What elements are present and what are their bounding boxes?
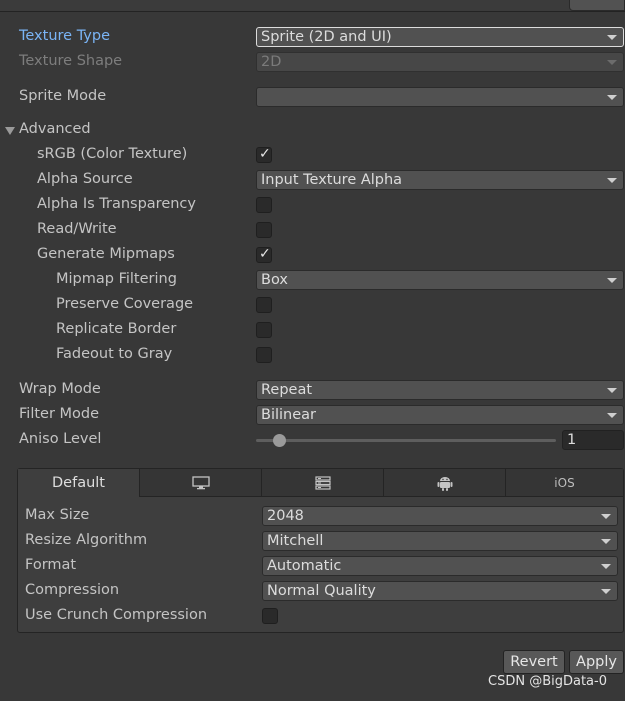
chevron-down-icon <box>601 514 611 519</box>
resize-algorithm-label: Resize Algorithm <box>25 532 148 548</box>
generate-mipmaps-checkbox[interactable]: ✓ <box>256 246 272 263</box>
filter-mode-label: Filter Mode <box>19 406 100 422</box>
resize-algorithm-value: Mitchell <box>267 533 324 549</box>
fadeout-to-gray-label: Fadeout to Gray <box>56 346 173 362</box>
tab-default[interactable]: Default <box>18 469 140 497</box>
max-size-label: Max Size <box>25 507 90 523</box>
platform-tabs: Default iOS <box>18 469 623 497</box>
use-crunch-label: Use Crunch Compression <box>25 607 208 623</box>
platform-settings-panel: Default iOS Max Size 2048 Resize Algorit… <box>17 468 624 633</box>
tab-ios-label: iOS <box>554 476 575 490</box>
wrap-mode-label: Wrap Mode <box>19 381 101 397</box>
monitor-icon <box>191 476 210 490</box>
chevron-down-icon <box>601 589 611 594</box>
foldout-arrow-icon[interactable] <box>5 127 15 135</box>
max-size-dropdown[interactable]: 2048 <box>262 506 618 526</box>
inspector-header-bar <box>0 0 625 12</box>
checkmark-icon: ✓ <box>259 146 271 162</box>
use-crunch-checkbox[interactable] <box>262 608 278 624</box>
chevron-down-icon <box>601 564 611 569</box>
texture-shape-dropdown: 2D <box>256 52 624 72</box>
apply-button[interactable]: Apply <box>569 650 624 674</box>
chevron-down-icon <box>607 388 617 393</box>
texture-type-dropdown[interactable]: Sprite (2D and UI) <box>256 27 624 47</box>
aniso-level-label: Aniso Level <box>19 431 102 447</box>
tab-android[interactable] <box>384 469 506 497</box>
alpha-is-transparency-checkbox[interactable] <box>256 197 272 213</box>
tab-ios[interactable]: iOS <box>506 469 623 497</box>
filter-mode-dropdown[interactable]: Bilinear <box>256 405 624 425</box>
chevron-down-icon <box>607 60 617 65</box>
wrap-mode-value: Repeat <box>261 382 313 398</box>
fadeout-to-gray-checkbox[interactable] <box>256 347 272 363</box>
sprite-mode-label: Sprite Mode <box>19 88 107 104</box>
revert-button[interactable]: Revert <box>503 650 565 674</box>
watermark: CSDN @BigData-0 <box>488 674 607 689</box>
alpha-source-value: Input Texture Alpha <box>261 172 403 188</box>
compression-label: Compression <box>25 582 120 598</box>
header-button[interactable] <box>569 0 625 11</box>
alpha-source-label: Alpha Source <box>37 171 133 187</box>
tab-server[interactable] <box>262 469 384 497</box>
generate-mipmaps-label: Generate Mipmaps <box>37 246 175 262</box>
chevron-down-icon <box>607 278 617 283</box>
replicate-border-checkbox[interactable] <box>256 322 272 338</box>
aniso-level-slider-track[interactable] <box>256 439 556 442</box>
server-icon <box>314 476 331 490</box>
mipmap-filtering-label: Mipmap Filtering <box>56 271 177 287</box>
mipmap-filtering-value: Box <box>261 272 288 288</box>
alpha-is-transparency-label: Alpha Is Transparency <box>37 196 196 212</box>
filter-mode-value: Bilinear <box>261 407 316 423</box>
format-value: Automatic <box>267 558 342 574</box>
texture-type-label: Texture Type <box>19 28 110 44</box>
aniso-level-field[interactable]: 1 <box>562 430 624 450</box>
texture-type-value: Sprite (2D and UI) <box>261 29 392 45</box>
sprite-mode-dropdown[interactable] <box>256 87 624 107</box>
aniso-level-value: 1 <box>567 432 577 448</box>
srgb-label: sRGB (Color Texture) <box>37 146 188 162</box>
compression-value: Normal Quality <box>267 583 376 599</box>
srgb-checkbox[interactable]: ✓ <box>256 146 272 163</box>
chevron-down-icon <box>607 35 617 40</box>
android-icon <box>437 477 452 491</box>
aniso-level-slider-thumb[interactable] <box>273 434 286 447</box>
tab-default-label: Default <box>52 475 105 491</box>
checkmark-icon: ✓ <box>259 246 271 262</box>
tab-standalone[interactable] <box>140 469 262 497</box>
chevron-down-icon <box>607 413 617 418</box>
max-size-value: 2048 <box>267 508 304 524</box>
alpha-source-dropdown[interactable]: Input Texture Alpha <box>256 170 624 190</box>
read-write-label: Read/Write <box>37 221 117 237</box>
preserve-coverage-checkbox[interactable] <box>256 297 272 313</box>
chevron-down-icon <box>607 178 617 183</box>
resize-algorithm-dropdown[interactable]: Mitchell <box>262 531 618 551</box>
texture-shape-value: 2D <box>261 54 282 70</box>
replicate-border-label: Replicate Border <box>56 321 177 337</box>
read-write-checkbox[interactable] <box>256 222 272 238</box>
format-label: Format <box>25 557 77 573</box>
mipmap-filtering-dropdown[interactable]: Box <box>256 270 624 290</box>
chevron-down-icon <box>601 539 611 544</box>
advanced-foldout-label[interactable]: Advanced <box>19 121 91 137</box>
preserve-coverage-label: Preserve Coverage <box>56 296 194 312</box>
compression-dropdown[interactable]: Normal Quality <box>262 581 618 601</box>
chevron-down-icon <box>607 95 617 100</box>
texture-shape-label: Texture Shape <box>19 53 123 69</box>
format-dropdown[interactable]: Automatic <box>262 556 618 576</box>
wrap-mode-dropdown[interactable]: Repeat <box>256 380 624 400</box>
